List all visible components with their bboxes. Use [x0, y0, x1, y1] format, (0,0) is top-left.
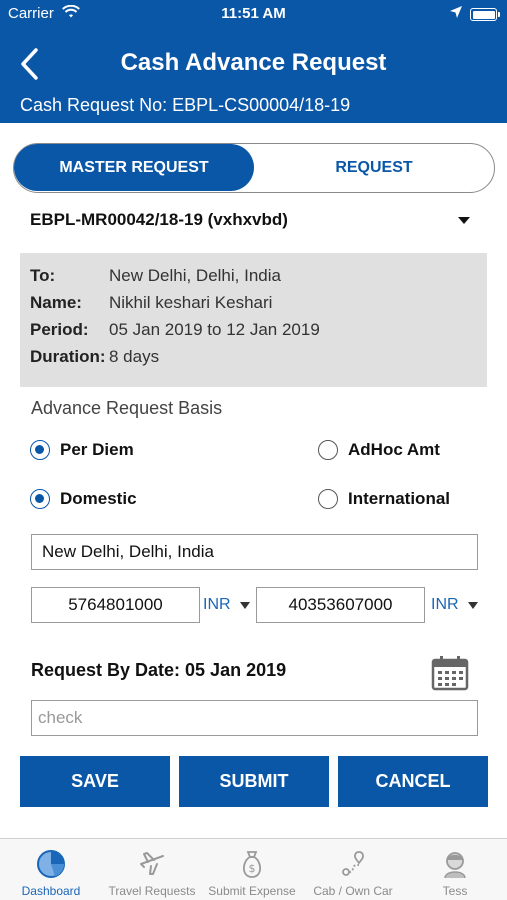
save-button[interactable]: SAVE — [20, 756, 170, 807]
currency-dropdown-1[interactable]: INR — [203, 594, 250, 616]
assistant-icon — [439, 848, 471, 880]
location-value: New Delhi, Delhi, India — [42, 542, 214, 561]
tab-label: Cab / Own Car — [313, 884, 393, 898]
master-request-value: EBPL-MR00042/18-19 (vxhxvbd) — [30, 210, 288, 229]
per-diem-label: Per Diem — [60, 440, 134, 459]
international-label: International — [348, 489, 451, 508]
request-by-date: Request By Date: 05 Jan 2019 — [31, 660, 287, 680]
per-diem-radio[interactable]: Per Diem — [30, 437, 134, 463]
tab-tess[interactable]: Tess — [410, 839, 500, 900]
clock-time: 11:51 AM — [221, 5, 286, 22]
money-bag-icon: $ — [236, 848, 268, 880]
radio-selected-icon — [30, 440, 50, 460]
duration-label: Duration: — [30, 347, 106, 366]
amount-1-value: 5764801000 — [68, 595, 163, 614]
domestic-label: Domestic — [60, 489, 137, 508]
bottom-tab-bar: Dashboard Travel Requests $ Submit Expen… — [0, 838, 507, 900]
to-value: New Delhi, Delhi, India — [109, 266, 281, 285]
dropdown-caret-icon — [458, 217, 470, 224]
header: Carrier 11:51 AM Cash Advance Request Ca… — [0, 0, 507, 123]
cash-advance-screen: Carrier 11:51 AM Cash Advance Request Ca… — [0, 0, 507, 900]
request-tab[interactable]: REQUEST — [254, 144, 494, 191]
amount-field-1[interactable]: 5764801000 — [31, 587, 200, 623]
tab-label: Travel Requests — [108, 884, 196, 898]
duration-value: 8 days — [109, 347, 160, 366]
domestic-radio[interactable]: Domestic — [30, 486, 137, 512]
advance-basis-title: Advance Request Basis — [31, 398, 223, 418]
radio-unselected-icon — [318, 440, 338, 460]
svg-text:$: $ — [249, 862, 256, 875]
remarks-placeholder: check — [38, 708, 83, 727]
location-arrow-icon — [449, 5, 463, 23]
tab-cab-own-car[interactable]: Cab / Own Car — [305, 839, 401, 900]
adhoc-amt-label: AdHoc Amt — [348, 440, 440, 459]
to-label: To: — [30, 266, 56, 285]
trip-info-panel: To: New Delhi, Delhi, India Name: Nikhil… — [20, 253, 487, 387]
battery-icon — [470, 8, 500, 21]
name-value: Nikhil keshari Keshari — [109, 293, 273, 312]
radio-selected-icon — [30, 489, 50, 509]
location-field[interactable]: New Delhi, Delhi, India — [31, 534, 478, 570]
period-label: Period: — [30, 320, 89, 339]
status-bar: Carrier 11:51 AM — [0, 0, 507, 28]
dropdown-caret-icon — [239, 601, 250, 609]
amount-field-2[interactable]: 40353607000 — [256, 587, 425, 623]
calendar-icon[interactable] — [431, 655, 469, 691]
cash-request-number: Cash Request No: EBPL-CS00004/18-19 — [20, 95, 351, 115]
page-title: Cash Advance Request — [120, 49, 387, 76]
currency-2-label: INR — [431, 596, 459, 613]
tab-submit-expense[interactable]: $ Submit Expense — [204, 839, 300, 900]
currency-1-label: INR — [203, 596, 231, 613]
tab-label: Submit Expense — [208, 884, 296, 898]
international-radio[interactable]: International — [318, 486, 450, 512]
amount-2-value: 40353607000 — [288, 595, 393, 614]
submit-button[interactable]: SUBMIT — [179, 756, 329, 807]
tab-travel-requests[interactable]: Travel Requests — [102, 839, 202, 900]
pie-chart-icon — [35, 848, 67, 880]
cancel-button[interactable]: CANCEL — [338, 756, 488, 807]
tab-label: Dashboard — [21, 884, 81, 898]
route-icon — [337, 848, 369, 880]
currency-dropdown-2[interactable]: INR — [431, 594, 478, 616]
airplane-icon — [136, 848, 168, 880]
name-label: Name: — [30, 293, 82, 312]
tab-label: Tess — [442, 884, 468, 898]
tab-dashboard[interactable]: Dashboard — [6, 839, 96, 900]
master-request-tab[interactable]: MASTER REQUEST — [14, 144, 254, 191]
radio-unselected-icon — [318, 489, 338, 509]
period-value: 05 Jan 2019 to 12 Jan 2019 — [109, 320, 320, 339]
request-type-toggle: MASTER REQUEST REQUEST — [13, 143, 495, 193]
adhoc-amt-radio[interactable]: AdHoc Amt — [318, 437, 440, 463]
dropdown-caret-icon — [467, 601, 478, 609]
master-request-dropdown[interactable]: EBPL-MR00042/18-19 (vxhxvbd) — [30, 210, 478, 236]
remarks-field[interactable]: check — [31, 700, 478, 736]
